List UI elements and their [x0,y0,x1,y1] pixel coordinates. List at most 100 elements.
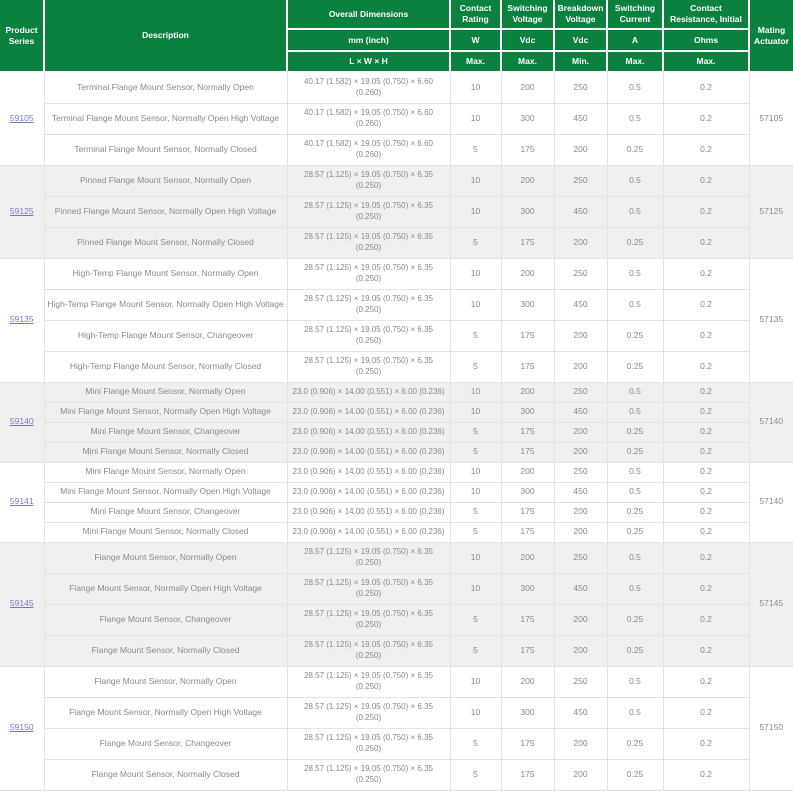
table-row: Flange Mount Sensor, Normally Open High … [0,573,793,604]
product-series-link[interactable]: 59141 [10,496,34,506]
switching-voltage-cell: 200 [501,258,554,289]
table-row: Flange Mount Sensor, Normally Open High … [0,697,793,728]
breakdown-voltage-cell: 450 [554,573,607,604]
breakdown-voltage-cell: 200 [554,351,607,382]
breakdown-voltage-cell: 250 [554,382,607,402]
table-row: Terminal Flange Mount Sensor, Normally O… [0,103,793,134]
breakdown-voltage-cell: 200 [554,502,607,522]
contact-resistance-cell: 0.2 [663,72,749,103]
table-header: Product Series Description Overall Dimen… [0,0,793,72]
dimensions-cell: 28.57 (1.125) × 19.05 (0.750) × 6.35 (0.… [287,728,450,759]
table-row: Flange Mount Sensor, Normally Closed28.5… [0,759,793,790]
header-switching-voltage-unit: Vdc [501,29,554,51]
switching-current-cell: 0.5 [607,165,663,196]
switching-current-cell: 0.25 [607,502,663,522]
switching-current-cell: 0.25 [607,422,663,442]
table-row: Mini Flange Mount Sensor, Changeover23.0… [0,502,793,522]
breakdown-voltage-cell: 200 [554,442,607,462]
switching-voltage-cell: 175 [501,502,554,522]
dimensions-cell: 40.17 (1.582) × 19.05 (0.750) × 6.60 (0.… [287,72,450,103]
table-row: Mini Flange Mount Sensor, Normally Close… [0,522,793,542]
product-series-link[interactable]: 59150 [10,722,34,732]
breakdown-voltage-cell: 200 [554,422,607,442]
product-series-link[interactable]: 59105 [10,113,34,123]
dimensions-cell: 23.0 (0.906) × 14.00 (0.551) × 6.00 (0.2… [287,382,450,402]
mating-actuator-cell: 57150 [749,666,793,790]
breakdown-voltage-cell: 200 [554,227,607,258]
contact-resistance-cell: 0.2 [663,759,749,790]
description-cell: Flange Mount Sensor, Normally Closed [44,635,287,666]
contact-rating-cell: 5 [450,522,501,542]
contact-resistance-cell: 0.2 [663,462,749,482]
table-row: Mini Flange Mount Sensor, Changeover23.0… [0,422,793,442]
description-cell: High-Temp Flange Mount Sensor, Normally … [44,289,287,320]
product-series-link[interactable]: 59125 [10,206,34,216]
switching-voltage-cell: 175 [501,134,554,165]
contact-rating-cell: 5 [450,759,501,790]
switching-voltage-cell: 175 [501,422,554,442]
contact-rating-cell: 10 [450,666,501,697]
product-series-link[interactable]: 59135 [10,314,34,324]
description-cell: Mini Flange Mount Sensor, Normally Open … [44,482,287,502]
table-row: High-Temp Flange Mount Sensor, Normally … [0,289,793,320]
contact-resistance-cell: 0.2 [663,442,749,462]
description-cell: Pinned Flange Mount Sensor, Normally Clo… [44,227,287,258]
switching-current-cell: 0.25 [607,522,663,542]
contact-resistance-cell: 0.2 [663,402,749,422]
breakdown-voltage-cell: 450 [554,196,607,227]
header-description: Description [44,0,287,72]
product-series-cell: 59105 [0,72,44,165]
dimensions-cell: 28.57 (1.125) × 19.05 (0.750) × 6.35 (0.… [287,759,450,790]
table-body: 59105Terminal Flange Mount Sensor, Norma… [0,72,793,790]
breakdown-voltage-cell: 450 [554,482,607,502]
product-series-cell: 59140 [0,382,44,462]
description-cell: High-Temp Flange Mount Sensor, Changeove… [44,320,287,351]
switching-current-cell: 0.5 [607,258,663,289]
product-series-cell: 59135 [0,258,44,382]
table-row: Flange Mount Sensor, Changeover28.57 (1.… [0,604,793,635]
header-contact-rating: Contact Rating [450,0,501,29]
contact-rating-cell: 10 [450,697,501,728]
breakdown-voltage-cell: 200 [554,759,607,790]
dimensions-cell: 23.0 (0.906) × 14.00 (0.551) × 6.00 (0.2… [287,402,450,422]
switching-voltage-cell: 175 [501,759,554,790]
breakdown-voltage-cell: 250 [554,165,607,196]
dimensions-cell: 28.57 (1.125) × 19.05 (0.750) × 6.35 (0.… [287,227,450,258]
description-cell: Mini Flange Mount Sensor, Changeover [44,422,287,442]
switching-current-cell: 0.25 [607,728,663,759]
product-series-cell: 59145 [0,542,44,666]
header-dimensions-unit: mm (inch) [287,29,450,51]
switching-voltage-cell: 175 [501,320,554,351]
contact-rating-cell: 10 [450,165,501,196]
header-contact-resistance: Contact Resistance, Initial [663,0,749,29]
switching-voltage-cell: 200 [501,72,554,103]
mating-actuator-cell: 57140 [749,382,793,462]
table-row: Mini Flange Mount Sensor, Normally Close… [0,442,793,462]
contact-resistance-cell: 0.2 [663,604,749,635]
switching-voltage-cell: 175 [501,442,554,462]
breakdown-voltage-cell: 250 [554,462,607,482]
header-breakdown-voltage-limit: Min. [554,51,607,72]
contact-resistance-cell: 0.2 [663,289,749,320]
breakdown-voltage-cell: 200 [554,522,607,542]
mating-actuator-cell: 57125 [749,165,793,258]
switching-current-cell: 0.5 [607,289,663,320]
product-series-link[interactable]: 59140 [10,416,34,426]
dimensions-cell: 23.0 (0.906) × 14.00 (0.551) × 6.00 (0.2… [287,422,450,442]
description-cell: Mini Flange Mount Sensor, Normally Close… [44,442,287,462]
header-switching-current-limit: Max. [607,51,663,72]
header-dimensions-limit: L × W × H [287,51,450,72]
dimensions-cell: 23.0 (0.906) × 14.00 (0.551) × 6.00 (0.2… [287,482,450,502]
breakdown-voltage-cell: 250 [554,542,607,573]
dimensions-cell: 28.57 (1.125) × 19.05 (0.750) × 6.35 (0.… [287,289,450,320]
breakdown-voltage-cell: 200 [554,635,607,666]
contact-resistance-cell: 0.2 [663,666,749,697]
contact-rating-cell: 10 [450,402,501,422]
dimensions-cell: 23.0 (0.906) × 14.00 (0.551) × 6.00 (0.2… [287,462,450,482]
breakdown-voltage-cell: 450 [554,289,607,320]
table-row: Flange Mount Sensor, Changeover28.57 (1.… [0,728,793,759]
switching-voltage-cell: 300 [501,697,554,728]
product-series-link[interactable]: 59145 [10,598,34,608]
mating-actuator-cell: 57140 [749,462,793,542]
switching-voltage-cell: 175 [501,728,554,759]
